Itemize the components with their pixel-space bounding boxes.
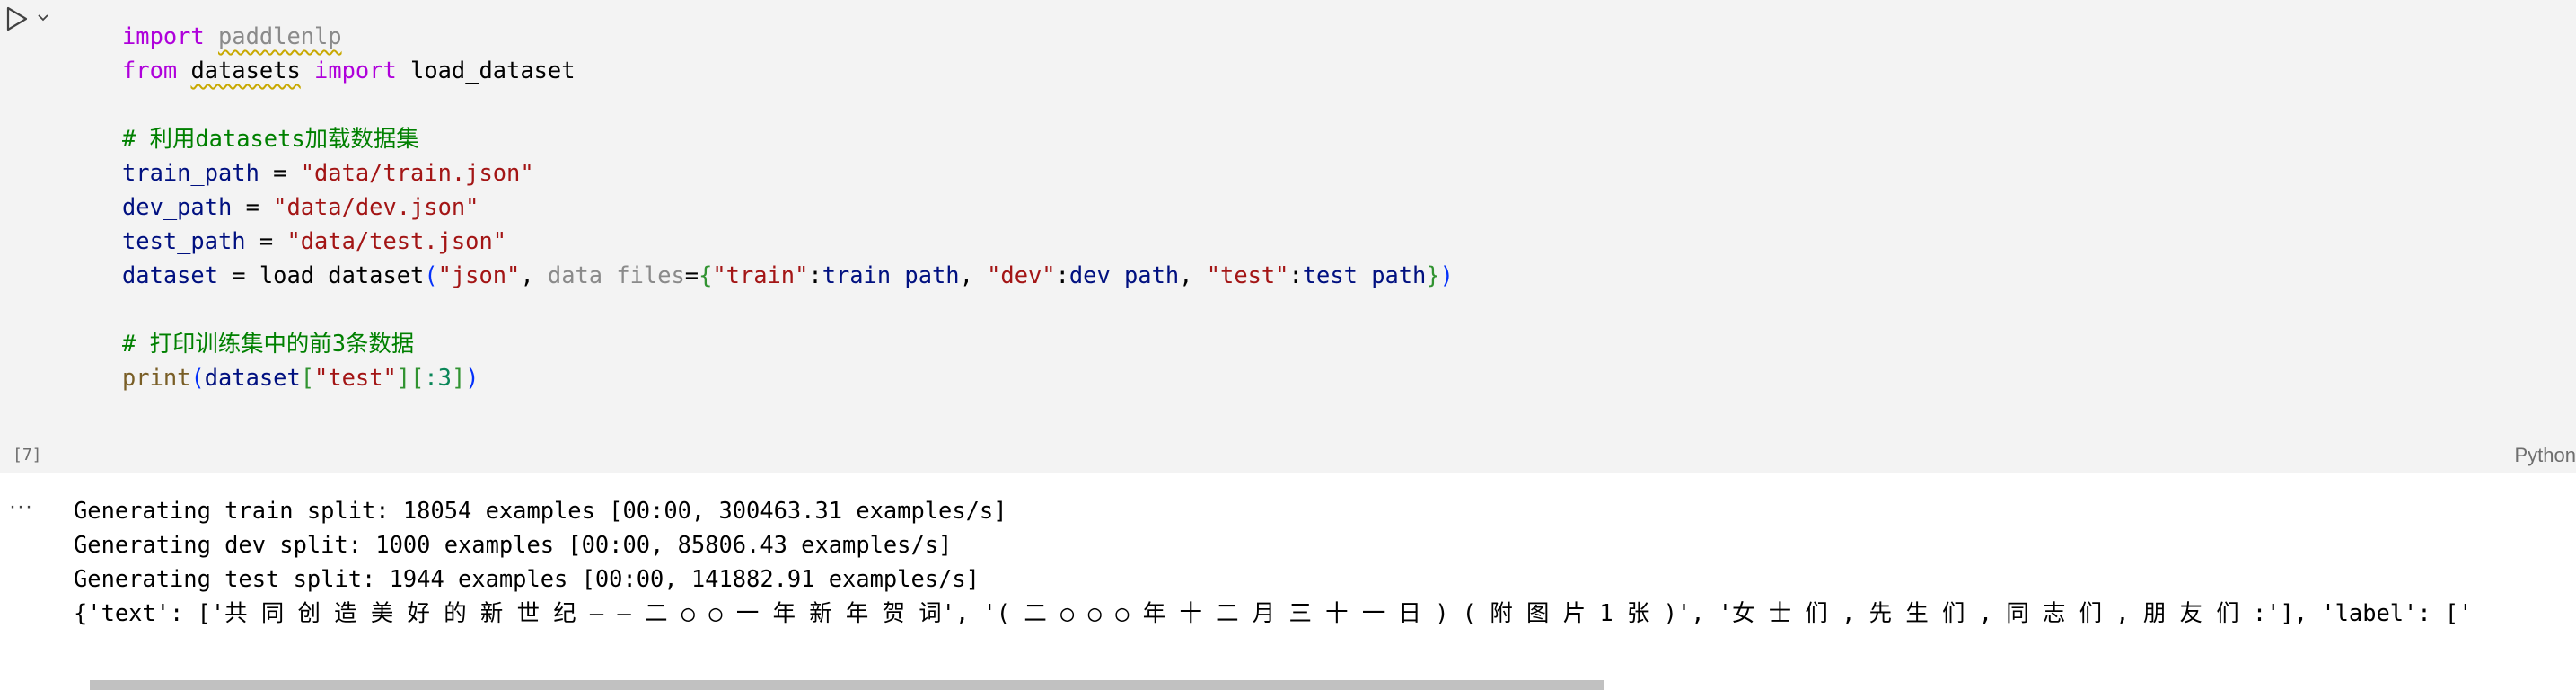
- code-token: train_path: [122, 159, 259, 186]
- code-line: test_path = "data/test.json": [122, 224, 1454, 258]
- code-token: "data/test.json": [286, 227, 507, 254]
- code-token: "data/dev.json": [273, 193, 479, 220]
- code-token: test_path: [122, 227, 246, 254]
- cell-language-label[interactable]: Python: [2515, 444, 2576, 467]
- code-token: "json": [437, 261, 521, 288]
- code-token: ]: [451, 364, 466, 391]
- code-token: datasets: [190, 57, 301, 84]
- code-token: load_dataset: [259, 261, 425, 288]
- run-cell-button[interactable]: [4, 5, 31, 32]
- output-text: Generating train split: 18054 examples […: [74, 493, 2576, 630]
- code-token: # 利用datasets加载数据集: [122, 125, 419, 152]
- code-line: dataset = load_dataset("json", data_file…: [122, 258, 1454, 292]
- code-line: # 利用datasets加载数据集: [122, 121, 1454, 155]
- code-token: test_path: [1302, 261, 1427, 288]
- output-line: Generating train split: 18054 examples […: [74, 497, 1007, 524]
- code-token: :: [808, 261, 822, 288]
- code-token: # 打印训练集中的前3条数据: [122, 330, 415, 357]
- code-line: from datasets import load_dataset: [122, 53, 1454, 87]
- code-token: (: [190, 364, 205, 391]
- code-token: from: [122, 57, 178, 84]
- code-token: print: [122, 364, 191, 391]
- code-token: ): [1439, 261, 1454, 288]
- execution-count: [7]: [13, 446, 42, 464]
- chevron-down-icon: [38, 14, 48, 22]
- code-line: dev_path = "data/dev.json": [122, 190, 1454, 224]
- code-token: =: [684, 261, 699, 288]
- code-line: import paddlenlp: [122, 19, 1454, 53]
- code-token: ,: [1179, 261, 1207, 288]
- code-token: paddlenlp: [218, 22, 342, 49]
- code-token: train_path: [822, 261, 960, 288]
- code-token: "test": [1206, 261, 1289, 288]
- code-cell[interactable]: import paddlenlp from datasets import loa…: [0, 0, 2576, 473]
- code-token: =: [245, 227, 287, 254]
- code-token: import: [314, 57, 397, 84]
- code-token: dataset: [122, 261, 219, 288]
- code-token: {: [699, 261, 713, 288]
- code-token: ]: [396, 364, 411, 391]
- code-token: :: [1288, 261, 1303, 288]
- code-line: train_path = "data/train.json": [122, 155, 1454, 190]
- code-content[interactable]: import paddlenlp from datasets import loa…: [122, 19, 1454, 394]
- output-line: Generating dev split: 1000 examples [00:…: [74, 531, 953, 558]
- code-token: ): [465, 364, 479, 391]
- code-token: load_dataset: [396, 57, 576, 84]
- code-token: =: [218, 261, 259, 288]
- code-token: }: [1426, 261, 1440, 288]
- code-token: :: [1055, 261, 1069, 288]
- code-token: =: [232, 193, 274, 220]
- code-editor[interactable]: import paddlenlp from datasets import loa…: [61, 0, 2576, 473]
- code-line: print(dataset["test"][:3]): [122, 360, 1454, 394]
- code-token: =: [259, 159, 301, 186]
- code-token: import: [122, 22, 205, 49]
- code-token: dataset: [204, 364, 301, 391]
- run-options-button[interactable]: [34, 9, 52, 27]
- code-token: "data/train.json": [300, 159, 534, 186]
- play-icon: [6, 6, 28, 31]
- code-token: "dev": [987, 261, 1056, 288]
- scrollbar-thumb[interactable]: [90, 680, 1604, 690]
- code-token: (: [424, 261, 438, 288]
- code-token: [: [410, 364, 425, 391]
- code-token: "train": [712, 261, 809, 288]
- code-token: :3: [424, 364, 452, 391]
- code-token: ,: [520, 261, 548, 288]
- code-token: dev_path: [122, 193, 233, 220]
- code-token: ,: [959, 261, 988, 288]
- output-menu-button[interactable]: ···: [9, 494, 33, 519]
- code-line: # 打印训练集中的前3条数据: [122, 326, 1454, 360]
- code-token: "test": [314, 364, 397, 391]
- code-token: [: [300, 364, 315, 391]
- output-line: {'text': ['共 同 创 造 美 好 的 新 世 纪 — — 二 ○ ○…: [74, 599, 2473, 626]
- code-token: dev_path: [1068, 261, 1180, 288]
- code-token: data_files: [547, 261, 685, 288]
- output-line: Generating test split: 1944 examples [00…: [74, 565, 980, 592]
